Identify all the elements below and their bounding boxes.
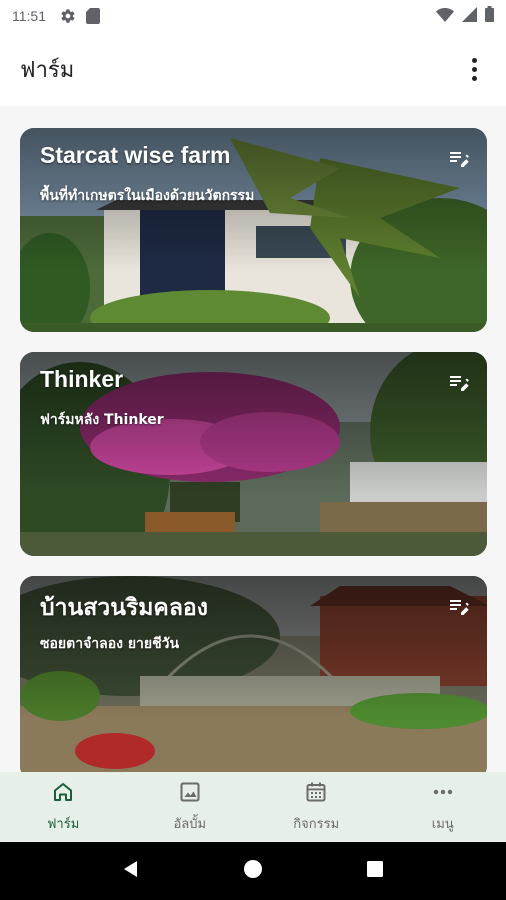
- calendar-icon: [304, 780, 328, 808]
- nav-label: กิจกรรม: [293, 817, 340, 832]
- battery-icon: [485, 6, 494, 26]
- nav-item-album[interactable]: อัลบั้ม: [127, 772, 254, 842]
- more-horiz-icon: [431, 780, 455, 808]
- farm-card[interactable]: Starcat wise farm พื้นที่ทำเกษตรในเมืองด…: [20, 128, 487, 332]
- system-navigation-bar: [0, 842, 506, 900]
- app-bar: ฟาร์ม: [0, 32, 506, 106]
- nav-item-farm[interactable]: ฟาร์ม: [0, 772, 127, 842]
- farm-card[interactable]: บ้านสวนริมคลอง ซอยตาจำลอง ยายชีวัน: [20, 576, 487, 772]
- status-time: 11:51: [12, 8, 46, 24]
- farm-subtitle: ฟาร์มหลัง Thinker: [40, 412, 164, 428]
- signal-icon: [462, 6, 477, 26]
- farm-title: Thinker: [40, 366, 124, 392]
- farm-list: Starcat wise farm พื้นที่ทำเกษตรในเมืองด…: [0, 106, 506, 772]
- status-bar: 11:51: [0, 0, 506, 32]
- home-button-icon[interactable]: [243, 859, 263, 883]
- farm-title: บ้านสวนริมคลอง: [40, 594, 208, 620]
- image-icon: [178, 780, 202, 808]
- edit-note-icon[interactable]: [447, 594, 471, 618]
- gear-icon: [60, 8, 76, 24]
- wifi-icon: [436, 7, 454, 26]
- bottom-navigation: ฟาร์ม อัลบั้ม กิจกรรม เมนู: [0, 772, 506, 842]
- more-vert-icon[interactable]: [462, 57, 486, 81]
- farm-subtitle: พื้นที่ทำเกษตรในเมืองด้วยนวัตกรรม: [40, 188, 255, 204]
- nav-label: ฟาร์ม: [47, 817, 80, 832]
- edit-note-icon[interactable]: [447, 370, 471, 394]
- page-title: ฟาร์ม: [20, 57, 75, 83]
- nav-label: อัลบั้ม: [173, 817, 207, 832]
- sd-card-icon: [86, 8, 100, 24]
- nav-label: เมนู: [431, 817, 454, 832]
- back-icon[interactable]: [121, 859, 141, 883]
- recents-icon[interactable]: [365, 859, 385, 883]
- nav-item-menu[interactable]: เมนู: [380, 772, 506, 842]
- farm-subtitle: ซอยตาจำลอง ยายชีวัน: [40, 636, 180, 652]
- nav-item-activity[interactable]: กิจกรรม: [253, 772, 380, 842]
- home-icon: [51, 780, 75, 808]
- farm-title: Starcat wise farm: [40, 142, 231, 168]
- farm-card[interactable]: Thinker ฟาร์มหลัง Thinker: [20, 352, 487, 556]
- edit-note-icon[interactable]: [447, 146, 471, 170]
